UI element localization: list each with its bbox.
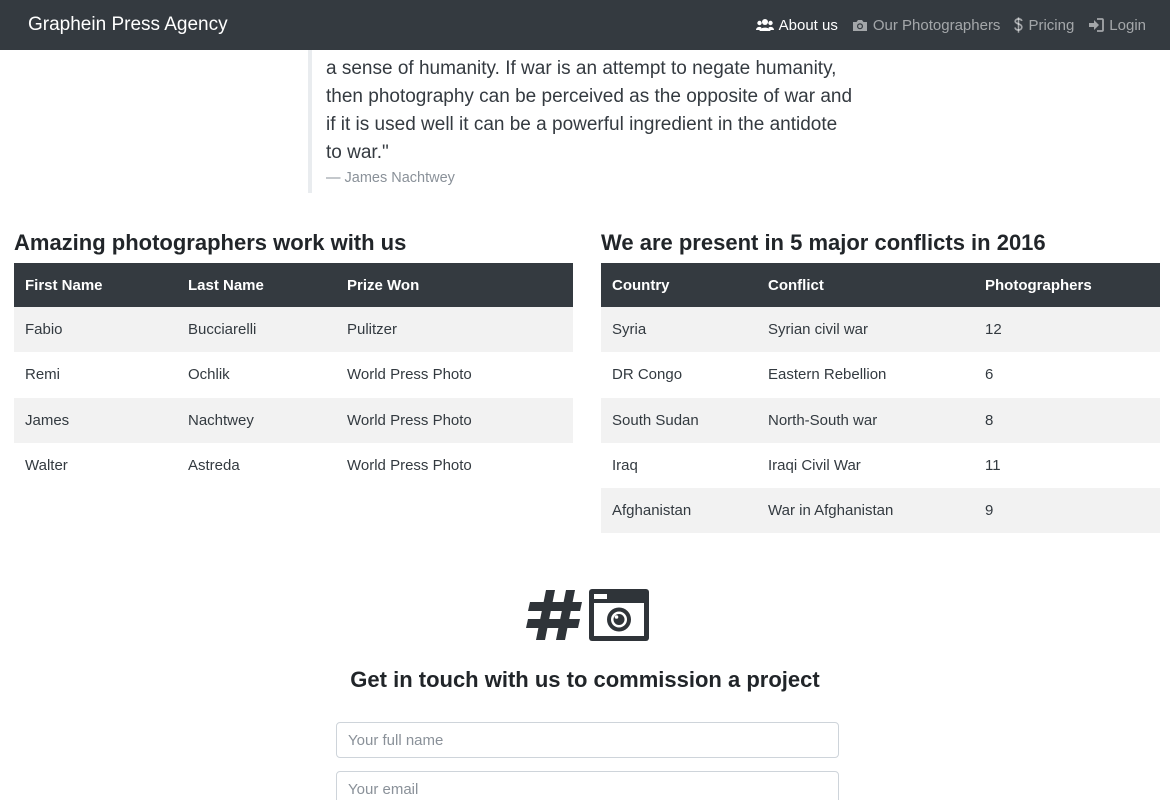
camera-icon <box>589 589 649 641</box>
nav-login-label: Login <box>1109 16 1146 34</box>
full-name-field[interactable] <box>336 722 839 758</box>
column-header: Conflict <box>757 263 974 307</box>
users-icon <box>755 19 774 31</box>
table-cell: Bucciarelli <box>177 307 336 353</box>
table-cell: Eastern Rebellion <box>768 366 887 384</box>
table-cell: Astreda <box>188 457 240 475</box>
quote-author: — James Nachtwey <box>326 170 455 186</box>
table-row: South Sudan North-South war 8 <box>601 397 1160 443</box>
table-row: Fabio Bucciarelli Pulitzer <box>14 307 573 353</box>
table-cell: James <box>14 397 177 443</box>
table-row: James Nachtwey World Press Photo <box>14 397 573 443</box>
table-cell: 11 <box>985 457 1001 475</box>
table-cell: Syrian civil war <box>757 307 974 353</box>
table-cell: Iraq <box>612 457 638 475</box>
table-cell: South Sudan <box>601 397 757 443</box>
nav-login[interactable]: Login <box>1088 17 1146 34</box>
table-cell: Pulitzer <box>336 307 573 353</box>
table-cell: 12 <box>974 307 1160 353</box>
brand-link[interactable]: Graphein Press Agency <box>28 14 228 36</box>
table-cell: Walter <box>25 457 68 475</box>
nav-about-us[interactable]: About us <box>755 16 838 34</box>
table-row: Walter Astreda World Press Photo <box>14 443 573 488</box>
nav-our-photographers[interactable]: Our Photographers <box>852 16 1001 34</box>
table-header-row: First Name Last Name Prize Won <box>14 263 573 307</box>
quote-line: to war." <box>326 142 389 163</box>
conflicts-title: We are present in 5 major conflicts in 2… <box>601 230 1046 255</box>
table-cell: Ochlik <box>188 366 230 384</box>
table-cell: Remi <box>25 366 61 384</box>
table-cell: Iraqi Civil War <box>768 457 861 475</box>
nav-about-us-label: About us <box>778 16 838 34</box>
table-cell: 8 <box>974 397 1160 443</box>
table-cell: Nachtwey <box>177 397 336 443</box>
table-cell: 9 <box>974 488 1160 534</box>
table-cell: World Press Photo <box>336 397 573 443</box>
column-header: Country <box>601 263 757 307</box>
photographers-title: Amazing photographers work with us <box>14 230 407 255</box>
contact-icons <box>526 588 650 642</box>
email-field[interactable] <box>336 771 839 800</box>
hashtag-icon <box>526 590 582 640</box>
quote-text: a sense of humanity. If war is an attemp… <box>326 55 868 167</box>
nav-our-photographers-label: Our Photographers <box>872 16 1001 34</box>
nav-links: About us Our Photographers Pricing Login <box>755 16 1146 34</box>
table-cell: World Press Photo <box>347 457 472 475</box>
quote-line: if it is used well it can be a powerful … <box>326 114 838 135</box>
column-header: Photographers <box>974 263 1160 307</box>
contact-title: Get in touch with us to commission a pro… <box>350 667 820 692</box>
table-cell: Afghanistan <box>601 488 757 534</box>
table-cell: 6 <box>985 366 994 384</box>
table-row: Syria Syrian civil war 12 <box>601 307 1160 353</box>
table-cell: DR Congo <box>612 366 683 384</box>
nav-pricing[interactable]: Pricing <box>1014 17 1074 34</box>
table-cell: Fabio <box>14 307 177 353</box>
table-cell: World Press Photo <box>347 366 472 384</box>
column-header: Last Name <box>177 263 336 307</box>
table-row: DR Congo Eastern Rebellion 6 <box>601 352 1160 397</box>
quote-block: a sense of humanity. If war is an attemp… <box>308 50 868 193</box>
camera-icon <box>852 19 867 31</box>
nav-pricing-label: Pricing <box>1028 16 1075 34</box>
table-cell: Syria <box>601 307 757 353</box>
table-row: Remi Ochlik World Press Photo <box>14 352 573 397</box>
quote-line: then photography can be perceived as the… <box>326 86 853 107</box>
quote-line: a sense of humanity. If war is an attemp… <box>326 58 837 79</box>
column-header: Prize Won <box>336 263 573 307</box>
table-row: Iraq Iraqi Civil War 11 <box>601 443 1160 488</box>
conflicts-table: Country Conflict Photographers Syria Syr… <box>601 263 1160 534</box>
navbar: Graphein Press Agency About us Our Photo… <box>0 0 1170 50</box>
table-cell: War in Afghanistan <box>757 488 974 534</box>
photographers-table: First Name Last Name Prize Won Fabio Buc… <box>14 263 573 488</box>
login-icon <box>1089 18 1105 32</box>
column-header: First Name <box>14 263 177 307</box>
table-header-row: Country Conflict Photographers <box>601 263 1160 307</box>
table-cell: North-South war <box>757 397 974 443</box>
dollar-icon <box>1014 17 1024 33</box>
table-row: Afghanistan War in Afghanistan 9 <box>601 488 1160 534</box>
